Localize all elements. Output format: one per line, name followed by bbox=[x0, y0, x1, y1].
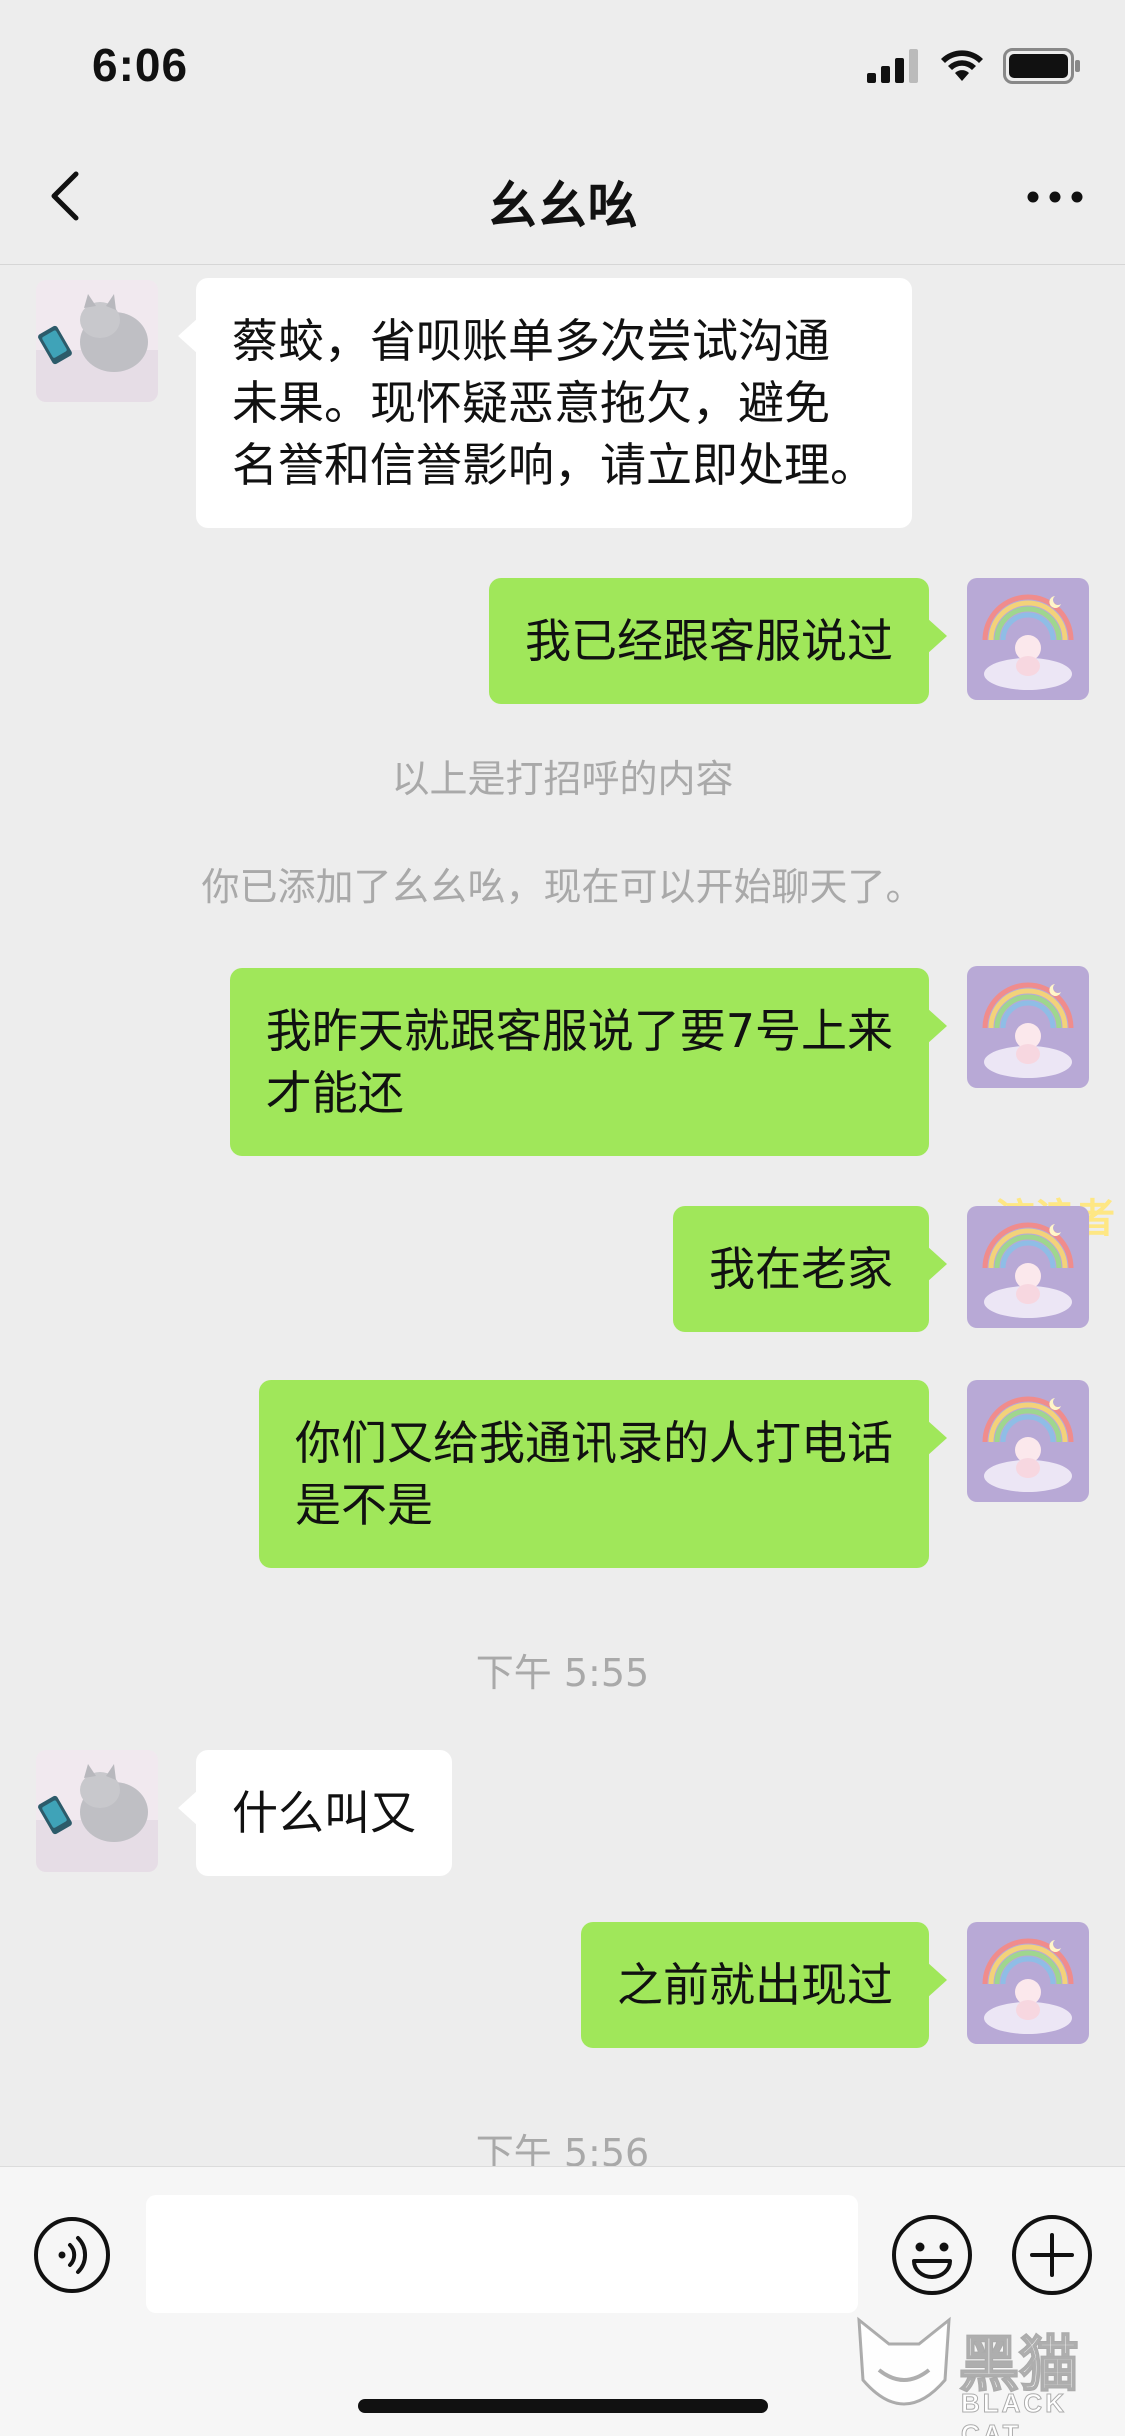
signal-icon bbox=[867, 49, 918, 83]
message-bubble-outgoing[interactable]: 我在老家 bbox=[673, 1206, 947, 1332]
more-icon bbox=[1027, 191, 1083, 203]
voice-icon bbox=[34, 2217, 110, 2293]
message-bubble-incoming[interactable]: 什么叫又 bbox=[178, 1750, 452, 1876]
logo-subtext: BLACK CAT bbox=[961, 2388, 1067, 2436]
status-bar: 6:06 bbox=[0, 0, 1125, 130]
timestamp: 下午 5:56 bbox=[475, 2131, 650, 2166]
message-line: 名誉和信誉影响，请立即处理。 bbox=[232, 438, 876, 492]
message-line: 才能还 bbox=[265, 1066, 404, 1120]
message-bubble-outgoing[interactable]: 我已经跟客服说过 bbox=[489, 578, 947, 704]
my-avatar[interactable] bbox=[967, 966, 1089, 1088]
home-indicator[interactable] bbox=[358, 2399, 768, 2413]
message-line: 我昨天就跟客服说了要7号上来 bbox=[265, 1004, 893, 1058]
message-bubble-incoming[interactable]: 蔡蛟，省呗账单多次尝试沟通 未果。现怀疑恶意拖欠，避免 名誉和信誉影响，请立即处… bbox=[178, 278, 912, 528]
cat-head-icon bbox=[857, 2316, 951, 2406]
battery-icon bbox=[1003, 48, 1080, 84]
wifi-icon bbox=[941, 50, 983, 81]
my-avatar[interactable] bbox=[967, 1922, 1089, 2044]
message-line: 你们又给我通讯录的人打电话 bbox=[295, 1416, 893, 1470]
message-text: 我已经跟客服说过 bbox=[525, 614, 893, 668]
my-avatar[interactable] bbox=[967, 578, 1089, 700]
message-text: 我在老家 bbox=[709, 1242, 893, 1296]
plus-icon bbox=[1012, 2215, 1092, 2295]
contact-avatar[interactable] bbox=[36, 1750, 158, 1872]
system-note-added: 你已添加了幺幺吆，现在可以开始聊天了。 bbox=[201, 865, 924, 909]
message-input[interactable] bbox=[146, 2195, 858, 2313]
emoji-button[interactable] bbox=[890, 2213, 974, 2297]
plus-button[interactable] bbox=[1010, 2213, 1094, 2297]
my-avatar[interactable] bbox=[967, 1380, 1089, 1502]
chat-area[interactable]: 蔡蛟，省呗账单多次尝试沟通 未果。现怀疑恶意拖欠，避免 名誉和信誉影响，请立即处… bbox=[0, 266, 1125, 2166]
voice-button[interactable] bbox=[32, 2215, 112, 2295]
status-time: 6:06 bbox=[92, 39, 189, 91]
contact-avatar[interactable] bbox=[36, 280, 158, 402]
input-bar: 黑猫 BLACK CAT bbox=[0, 2166, 1125, 2436]
message-line: 未果。现怀疑恶意拖欠，避免 bbox=[232, 376, 830, 430]
status-icons bbox=[867, 48, 1081, 84]
system-note-greeting: 以上是打招呼的内容 bbox=[391, 757, 734, 801]
message-text: 什么叫又 bbox=[232, 1786, 416, 1840]
nav-bar: 幺幺吆 bbox=[0, 130, 1125, 265]
message-bubble-outgoing[interactable]: 你们又给我通讯录的人打电话 是不是 bbox=[259, 1380, 947, 1568]
my-avatar[interactable] bbox=[967, 1206, 1089, 1328]
more-button[interactable] bbox=[1023, 172, 1087, 222]
message-bubble-outgoing[interactable]: 之前就出现过 bbox=[581, 1922, 947, 2048]
message-text: 之前就出现过 bbox=[617, 1958, 893, 2012]
message-line: 蔡蛟，省呗账单多次尝试沟通 bbox=[232, 314, 830, 368]
emoji-icon bbox=[892, 2215, 972, 2295]
message-line: 是不是 bbox=[295, 1478, 433, 1532]
timestamp: 下午 5:55 bbox=[475, 1651, 650, 1695]
chat-title: 幺幺吆 bbox=[487, 177, 638, 235]
message-bubble-outgoing[interactable]: 我昨天就跟客服说了要7号上来 才能还 bbox=[229, 968, 948, 1156]
black-cat-logo: 黑猫 BLACK CAT bbox=[849, 2310, 1119, 2436]
